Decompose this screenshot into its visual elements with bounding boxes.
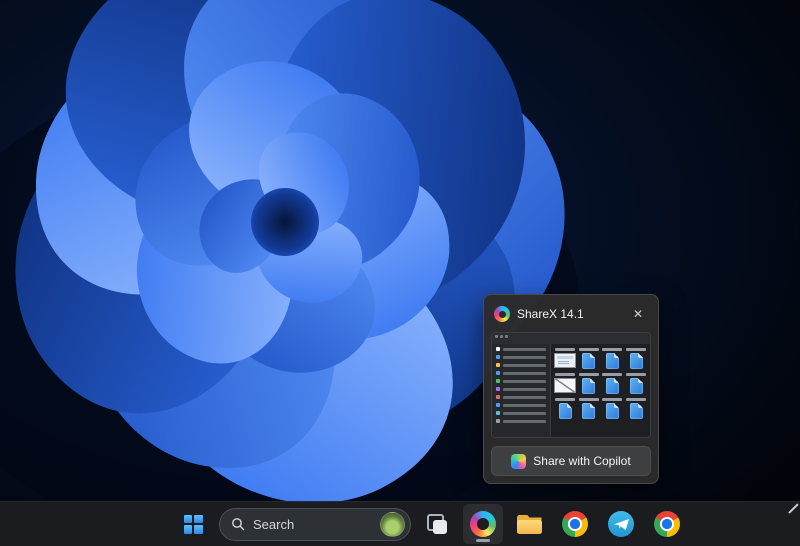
pen-icon[interactable] bbox=[782, 499, 796, 511]
taskbar-app-telegram[interactable] bbox=[601, 504, 641, 544]
browser-icon bbox=[654, 511, 680, 537]
windows-logo-icon bbox=[184, 515, 203, 534]
start-button[interactable] bbox=[173, 504, 213, 544]
thumb-file-cell bbox=[602, 373, 624, 394]
copilot-icon bbox=[511, 454, 526, 469]
thumb-file-cell bbox=[602, 348, 624, 369]
taskbar-preview-sharex: ShareX 14.1 ✕ bbox=[483, 294, 659, 484]
search-input[interactable]: Search bbox=[219, 508, 411, 541]
file-explorer-icon bbox=[517, 515, 542, 534]
taskbar-app-sharex[interactable] bbox=[463, 504, 503, 544]
wallpaper-bloom bbox=[0, 0, 800, 546]
taskbar-app-chrome[interactable] bbox=[555, 504, 595, 544]
taskbar: Search bbox=[0, 501, 800, 546]
thumb-file-cell bbox=[554, 373, 576, 394]
thumb-file-cell bbox=[578, 398, 600, 419]
search-icon bbox=[231, 517, 245, 531]
taskbar-center-group: Search bbox=[173, 502, 687, 546]
thumbnail-sidebar bbox=[492, 344, 551, 437]
thumb-file-cell bbox=[578, 348, 600, 369]
running-indicator bbox=[476, 539, 490, 542]
taskbar-app-file-explorer[interactable] bbox=[509, 504, 549, 544]
telegram-icon bbox=[608, 511, 634, 537]
task-view-button[interactable] bbox=[417, 504, 457, 544]
search-placeholder: Search bbox=[253, 517, 372, 532]
preview-header: ShareX 14.1 ✕ bbox=[491, 302, 651, 332]
thumb-file-cell bbox=[625, 398, 647, 419]
task-view-icon bbox=[426, 513, 448, 535]
search-highlight-image[interactable] bbox=[380, 512, 405, 537]
sharex-logo-icon bbox=[494, 306, 510, 322]
thumb-file-cell bbox=[554, 348, 576, 369]
taskbar-app-browser[interactable] bbox=[647, 504, 687, 544]
thumbnail-file-grid bbox=[551, 344, 650, 437]
thumbnail-body bbox=[492, 344, 650, 437]
thumb-file-cell bbox=[625, 373, 647, 394]
desktop: ShareX 14.1 ✕ bbox=[0, 0, 800, 546]
thumb-file-cell bbox=[602, 398, 624, 419]
close-icon[interactable]: ✕ bbox=[626, 304, 650, 324]
sharex-window-thumbnail[interactable] bbox=[491, 332, 651, 438]
chrome-icon bbox=[562, 511, 588, 537]
share-button-label: Share with Copilot bbox=[533, 454, 630, 468]
thumb-file-cell bbox=[578, 373, 600, 394]
thumb-file-cell bbox=[625, 348, 647, 369]
thumbnail-toolbar bbox=[492, 333, 650, 344]
share-with-copilot-button[interactable]: Share with Copilot bbox=[491, 446, 651, 476]
thumb-file-cell bbox=[554, 398, 576, 419]
sharex-icon bbox=[470, 511, 496, 537]
preview-title: ShareX 14.1 bbox=[517, 307, 619, 321]
